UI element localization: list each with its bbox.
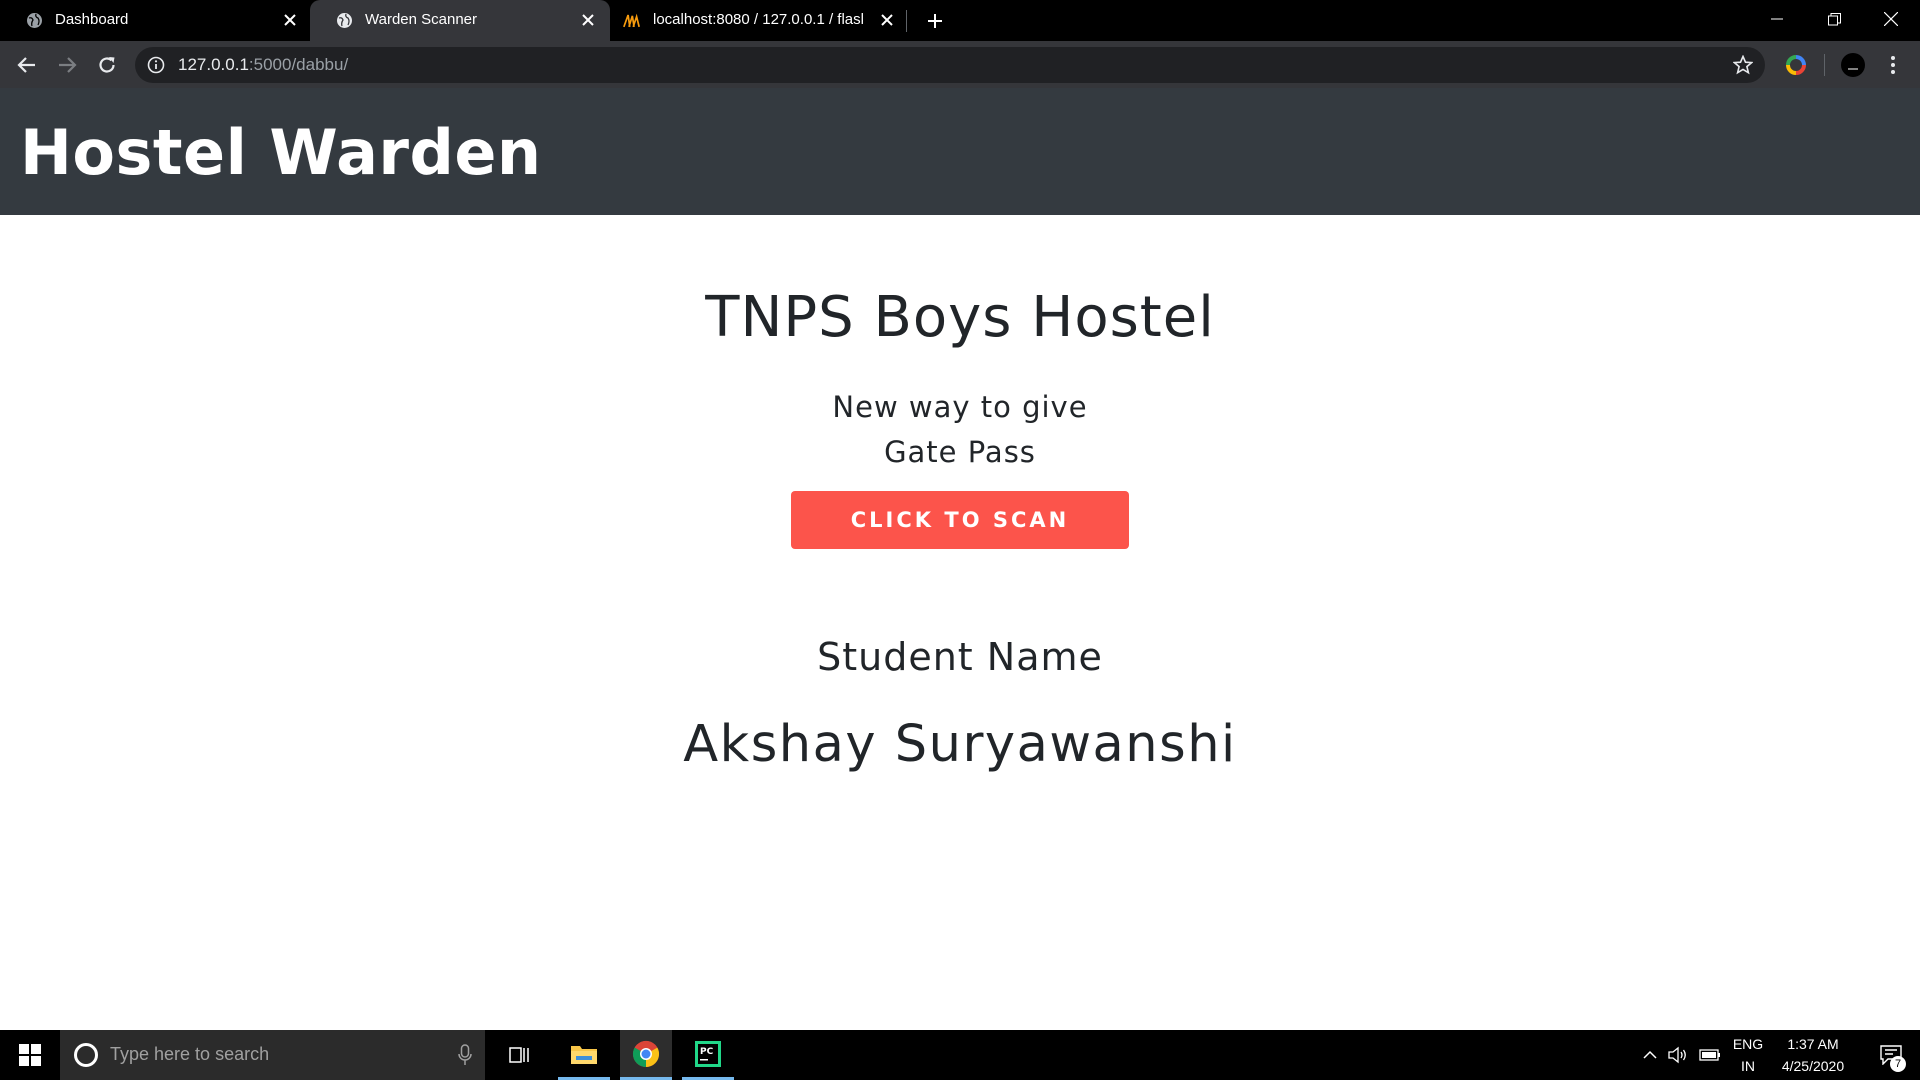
language-code: ENG — [1732, 1036, 1764, 1052]
site-brand[interactable]: Hostel Warden — [20, 116, 542, 189]
url-text: 127.0.0.1:5000/dabbu/ — [178, 55, 348, 75]
chrome-icon — [632, 1040, 660, 1067]
browser-tab-strip: Dashboard Warden Scanner localhost:8080 … — [0, 0, 1920, 41]
student-name-value: Akshay Suryawanshi — [683, 715, 1237, 774]
reload-button[interactable] — [92, 50, 122, 80]
tab-warden-scanner[interactable]: Warden Scanner — [310, 0, 610, 41]
windows-taskbar: Type here to search PC ENG IN 1:37 AM 4/… — [0, 1030, 1920, 1080]
pycharm-icon: PC — [695, 1040, 721, 1067]
tab-dashboard[interactable]: Dashboard — [0, 0, 305, 41]
browser-toolbar: 127.0.0.1:5000/dabbu/ — [0, 41, 1920, 88]
action-center-button[interactable]: 7 — [1868, 1030, 1914, 1080]
info-icon[interactable] — [147, 56, 165, 74]
minimize-button[interactable] — [1748, 0, 1806, 38]
pycharm-button[interactable]: PC — [682, 1030, 734, 1080]
menu-kebab-icon[interactable] — [1880, 52, 1906, 78]
close-window-button[interactable] — [1862, 0, 1920, 38]
address-bar[interactable]: 127.0.0.1:5000/dabbu/ — [135, 47, 1765, 83]
cortana-icon — [74, 1043, 98, 1067]
battery-icon — [1699, 1049, 1720, 1061]
tab-title: Warden Scanner — [365, 11, 478, 28]
tagline-line-2: Gate Pass — [884, 435, 1036, 469]
page-title: TNPS Boys Hostel — [705, 285, 1215, 350]
tagline-line-1: New way to give — [832, 390, 1088, 424]
folder-icon — [571, 1045, 597, 1064]
url-path: :5000/dabbu/ — [248, 55, 349, 74]
show-hidden-icons-button[interactable] — [1640, 1030, 1660, 1080]
color-extension-icon[interactable] — [1783, 52, 1809, 78]
notification-count-badge: 7 — [1890, 1056, 1906, 1072]
speaker-icon — [1668, 1046, 1686, 1064]
start-button[interactable] — [0, 1030, 60, 1080]
toolbar-separator — [1824, 54, 1825, 76]
tab-phpmyadmin[interactable]: localhost:8080 / 127.0.0.1 / flask_ — [615, 0, 905, 41]
tab-separator — [906, 10, 907, 32]
windows-logo-icon — [19, 1044, 41, 1066]
battery-button[interactable] — [1697, 1030, 1723, 1080]
microphone-icon[interactable] — [453, 1043, 477, 1067]
url-host: 127.0.0.1 — [178, 55, 249, 74]
new-tab-button[interactable] — [922, 8, 948, 34]
back-button[interactable] — [12, 50, 42, 80]
close-icon[interactable] — [877, 10, 897, 30]
globe-icon — [336, 12, 353, 29]
phpmyadmin-icon — [623, 12, 640, 29]
clock[interactable]: 1:37 AM 4/25/2020 — [1772, 1030, 1854, 1080]
site-navbar: Hostel Warden — [0, 88, 1920, 215]
volume-button[interactable] — [1666, 1030, 1690, 1080]
globe-icon — [26, 12, 43, 29]
language-indicator[interactable]: ENG IN — [1728, 1030, 1768, 1080]
task-view-button[interactable] — [494, 1030, 546, 1080]
chrome-button[interactable] — [620, 1030, 672, 1080]
tagline: New way to give Gate Pass — [0, 385, 1920, 475]
file-explorer-button[interactable] — [558, 1030, 610, 1080]
svg-text:PC: PC — [700, 1047, 714, 1057]
region-code: IN — [1741, 1058, 1755, 1074]
taskbar-search-box[interactable]: Type here to search — [60, 1030, 485, 1080]
main-content: TNPS Boys Hostel New way to give Gate Pa… — [0, 215, 1920, 1030]
search-placeholder: Type here to search — [110, 1044, 270, 1064]
tab-title: Dashboard — [55, 11, 129, 28]
scan-button[interactable]: CLICK TO SCAN — [791, 491, 1129, 549]
chevron-up-icon — [1643, 1050, 1657, 1059]
clock-date: 4/25/2020 — [1781, 1058, 1845, 1074]
task-view-icon — [509, 1047, 529, 1063]
profile-avatar-icon[interactable] — [1840, 52, 1866, 78]
restore-button[interactable] — [1805, 0, 1863, 38]
close-icon[interactable] — [280, 10, 300, 30]
bookmark-star-icon[interactable] — [1731, 53, 1755, 77]
forward-button[interactable] — [52, 50, 82, 80]
clock-time: 1:37 AM — [1787, 1036, 1839, 1052]
student-name-label: Student Name — [817, 635, 1103, 679]
close-icon[interactable] — [578, 10, 598, 30]
tab-title: localhost:8080 / 127.0.0.1 / flask_ — [653, 11, 863, 28]
